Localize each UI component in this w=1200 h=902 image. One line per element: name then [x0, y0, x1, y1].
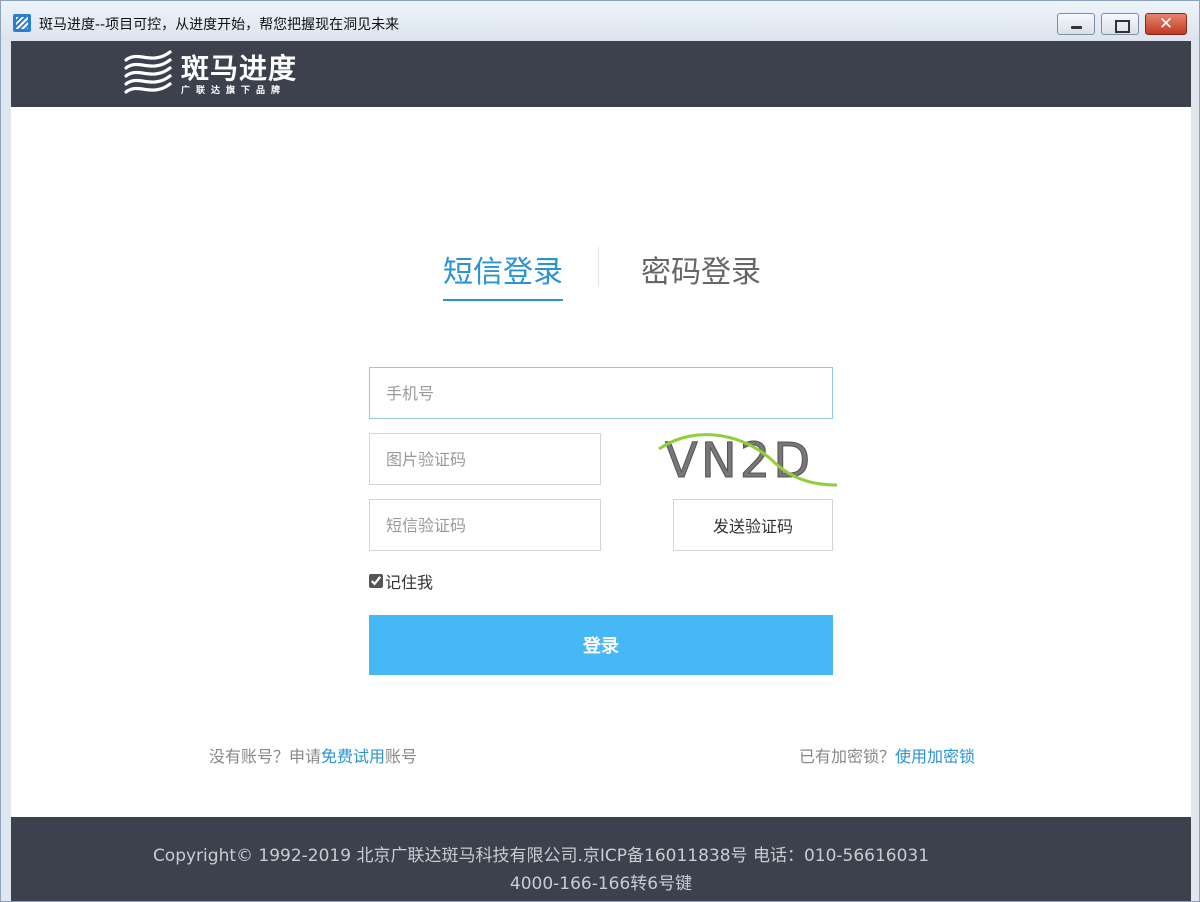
login-panel: 短信登录 密码登录 VN2D 发送验证码 记住我 登录 没有账号？申请免费试用账… — [11, 107, 1191, 817]
app-icon — [13, 14, 31, 32]
app-header: 斑马进度 广联达旗下品牌 — [11, 41, 1191, 107]
zebra-logo-icon — [124, 48, 172, 96]
sms-code-input[interactable] — [369, 499, 601, 551]
phone-input[interactable] — [369, 367, 833, 419]
title-bar[interactable]: 斑马进度--项目可控，从进度开始，帮您把握现在洞见未来 ✕ — [1, 1, 1199, 41]
captcha-image[interactable]: VN2D — [657, 427, 838, 490]
remember-label: 记住我 — [385, 573, 434, 592]
tab-password-login[interactable]: 密码登录 — [641, 247, 761, 291]
logo-subtitle: 广联达旗下品牌 — [181, 86, 287, 96]
remember-me[interactable]: 记住我 — [369, 569, 433, 593]
login-tabs: 短信登录 密码登录 — [431, 247, 791, 301]
has-key-text: 已有加密锁？使用加密锁 — [799, 743, 975, 767]
has-key-prefix: 已有加密锁？ — [798, 747, 895, 766]
copyright-text: Copyright© 1992-2019 北京广联达斑马科技有限公司.京ICP备… — [152, 846, 930, 866]
tab-divider — [598, 247, 599, 287]
window-controls: ✕ — [1057, 13, 1187, 35]
footer: Copyright© 1992-2019 北京广联达斑马科技有限公司.京ICP备… — [11, 817, 1191, 901]
phone-extension-text: 4000-166-166转6号键 — [509, 874, 693, 894]
remember-checkbox[interactable] — [369, 574, 383, 588]
no-account-suffix: 账号 — [385, 747, 418, 766]
no-account-text: 没有账号？申请免费试用账号 — [209, 743, 417, 767]
logo-title: 斑马进度 — [181, 52, 298, 85]
close-icon[interactable]: ✕ — [1145, 13, 1187, 35]
app-window: 斑马进度--项目可控，从进度开始，帮您把握现在洞见未来 ✕ 斑马进度 广联达旗下… — [0, 0, 1200, 902]
login-button[interactable]: 登录 — [369, 615, 833, 675]
no-account-prefix: 没有账号？申请 — [209, 747, 322, 766]
tab-sms-login[interactable]: 短信登录 — [443, 247, 563, 301]
window-title: 斑马进度--项目可控，从进度开始，帮您把握现在洞见未来 — [39, 17, 400, 33]
maximize-icon[interactable] — [1101, 13, 1139, 35]
use-key-link[interactable]: 使用加密锁 — [895, 747, 975, 766]
captcha-input[interactable] — [369, 433, 601, 485]
minimize-icon[interactable] — [1057, 13, 1095, 35]
free-trial-link[interactable]: 免费试用 — [321, 747, 385, 766]
send-code-button[interactable]: 发送验证码 — [673, 499, 833, 551]
